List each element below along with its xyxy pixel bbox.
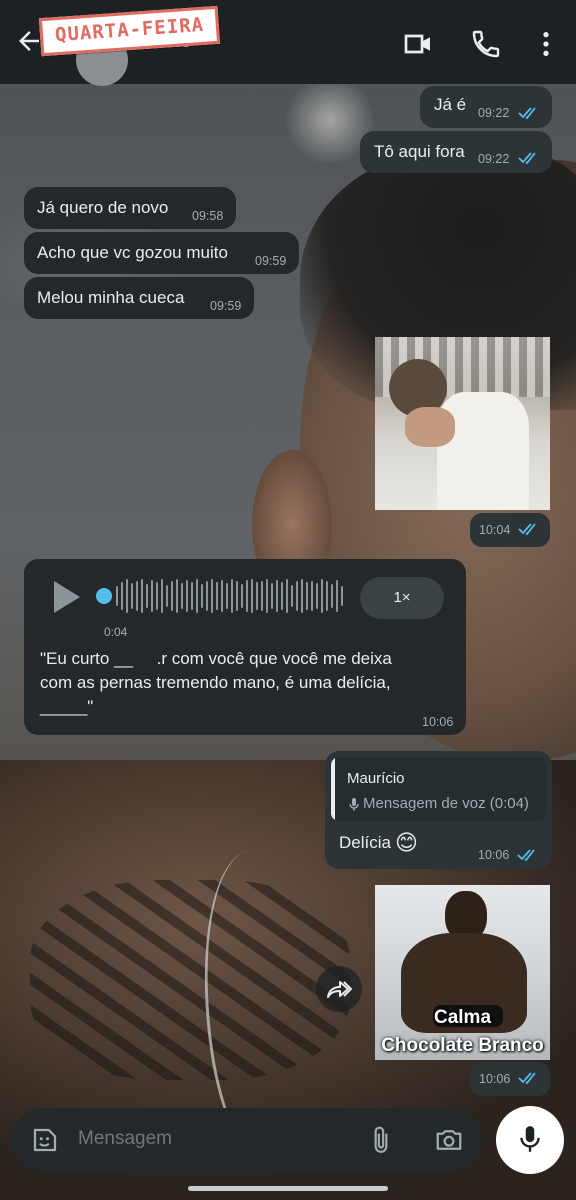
shared-image[interactable] [375, 337, 550, 510]
video-call-icon[interactable] [402, 28, 434, 60]
message-bubble-incoming[interactable]: Acho que vc gozou muito 09:59 [24, 232, 299, 274]
chat-header: Maurício QUARTA-FEIRA [0, 0, 576, 86]
message-bubble-incoming[interactable]: Já quero de novo 09:58 [24, 187, 236, 229]
playback-speed-button[interactable]: 1× [360, 577, 444, 619]
image-caption-line: Calma [433, 1007, 492, 1028]
message-text: Tô aqui fora [374, 142, 465, 161]
message-bubble-outgoing[interactable]: Tô aqui fora 09:22 [360, 131, 552, 173]
image-meta: 10:06 [470, 1062, 550, 1096]
attach-icon[interactable] [368, 1125, 394, 1155]
day-stamp: QUARTA-FEIRA [38, 5, 221, 57]
message-time: 09:22 [478, 106, 510, 120]
image-person-hands [405, 407, 455, 447]
voice-transcript-line: "Eu curto __ .r com você que você me dei… [40, 649, 392, 668]
message-bubble-incoming[interactable]: Melou minha cueca 09:59 [24, 277, 254, 319]
message-time: 10:06 [478, 848, 510, 862]
message-time: 09:59 [255, 254, 287, 268]
quoted-message[interactable]: Maurício Mensagem de voz (0:04) [331, 757, 546, 821]
quote-bar [331, 757, 335, 821]
message-text: Já quero de novo [37, 198, 169, 217]
image-caption-line: Chocolate Branco [381, 1035, 544, 1056]
message-text: Delícia [339, 833, 391, 852]
message-time: 09:22 [478, 152, 510, 166]
voice-duration: 0:04 [104, 625, 128, 639]
message-composer[interactable] [12, 1108, 482, 1172]
play-icon[interactable] [50, 579, 82, 615]
read-ticks-icon [518, 152, 536, 165]
message-time: 10:06 [479, 1072, 511, 1086]
message-text: Melou minha cueca [37, 288, 185, 307]
message-bubble-outgoing[interactable]: Já é 09:22 [420, 86, 552, 128]
gesture-navigation-bar[interactable] [188, 1186, 388, 1191]
shared-image-sticker[interactable]: Calma Chocolate Branco [375, 885, 550, 1060]
message-time: 09:58 [192, 209, 224, 223]
voice-call-icon[interactable] [470, 28, 502, 60]
message-text: Acho que vc gozou muito [37, 243, 228, 262]
microphone-icon [520, 1126, 540, 1152]
message-text: Já é [434, 95, 467, 114]
message-input[interactable] [78, 1128, 338, 1150]
message-time: 10:04 [479, 523, 511, 537]
forward-icon [327, 981, 352, 998]
forward-button[interactable] [316, 966, 362, 1012]
more-vert-icon[interactable] [530, 28, 562, 60]
read-ticks-icon [518, 523, 536, 536]
camera-icon[interactable] [434, 1125, 464, 1155]
quote-text: Mensagem de voz (0:04) [363, 795, 529, 812]
playback-position-knob[interactable] [96, 588, 112, 604]
microphone-small-icon [349, 798, 359, 811]
reply-message-bubble[interactable]: Maurício Mensagem de voz (0:04) Delícia … [325, 751, 552, 869]
image-meta: 10:04 [470, 513, 550, 547]
voice-transcript-line: _____" [40, 697, 94, 716]
sticker-icon[interactable] [30, 1125, 60, 1155]
voice-transcript-line: com as pernas tremendo mano, é uma delíc… [40, 673, 391, 692]
image-person-shirt [437, 392, 529, 510]
message-time: 09:59 [210, 299, 242, 313]
read-ticks-icon [518, 107, 536, 120]
message-time: 10:06 [422, 715, 454, 729]
voice-message-bubble[interactable]: 1× 0:04 "Eu curto __ .r com você que voc… [24, 559, 466, 735]
read-ticks-icon [517, 849, 535, 862]
smiling-emoji: 😊 [395, 830, 418, 855]
voice-waveform[interactable] [116, 578, 343, 614]
read-ticks-icon [518, 1072, 536, 1085]
quote-author: Maurício [347, 770, 405, 787]
voice-record-button[interactable] [496, 1106, 564, 1174]
